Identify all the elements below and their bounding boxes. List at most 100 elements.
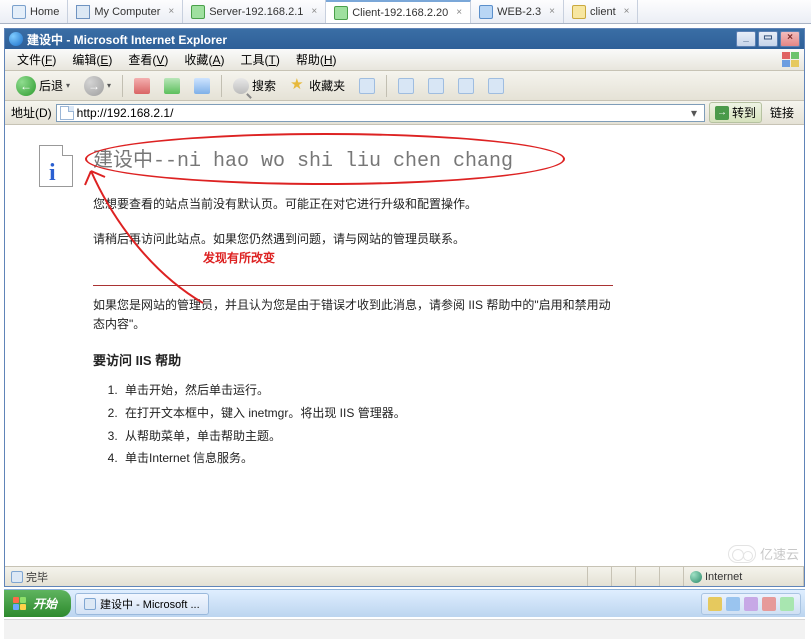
list-item: 单击开始，然后单击运行。 bbox=[121, 379, 613, 402]
home-button[interactable] bbox=[189, 75, 215, 97]
history-button[interactable] bbox=[354, 75, 380, 97]
address-field[interactable]: ▾ bbox=[56, 104, 705, 122]
vm-tab-label: client bbox=[590, 6, 616, 18]
stop-icon bbox=[134, 78, 150, 94]
close-icon[interactable]: × bbox=[311, 6, 317, 17]
vm-tab-label: WEB-2.3 bbox=[497, 6, 541, 18]
status-done: 完毕 bbox=[5, 567, 588, 586]
edit-icon bbox=[458, 78, 474, 94]
go-button[interactable]: → 转到 bbox=[709, 102, 762, 123]
close-icon[interactable]: × bbox=[624, 6, 630, 17]
divider bbox=[93, 285, 613, 286]
go-label: 转到 bbox=[732, 104, 756, 121]
print-button[interactable] bbox=[423, 75, 449, 97]
vm-tab-label: Client-192.168.2.20 bbox=[352, 7, 448, 19]
star-icon: ★ bbox=[290, 78, 306, 94]
start-button[interactable]: 开始 bbox=[4, 590, 71, 617]
menu-tools[interactable]: 工具(T) bbox=[232, 49, 287, 70]
menu-favorites[interactable]: 收藏(A) bbox=[176, 49, 232, 70]
vm-icon bbox=[191, 5, 205, 19]
ie-titlebar[interactable]: 建设中 - Microsoft Internet Explorer _ ▭ × bbox=[5, 29, 804, 49]
menu-view[interactable]: 查看(V) bbox=[120, 49, 176, 70]
chevron-down-icon: ▾ bbox=[66, 81, 70, 90]
close-icon[interactable]: × bbox=[168, 6, 174, 17]
tray-icon[interactable] bbox=[726, 597, 740, 611]
vm-tab-client[interactable]: Client-192.168.2.20 × bbox=[326, 0, 471, 23]
document-body: i 建设中--ni hao wo shi liu chen chang 您想要查… bbox=[39, 143, 782, 470]
address-label: 地址(D) bbox=[11, 104, 52, 121]
status-cell bbox=[660, 567, 684, 586]
search-icon bbox=[233, 78, 249, 94]
home-icon bbox=[194, 78, 210, 94]
system-tray[interactable] bbox=[701, 593, 801, 615]
info-page-icon: i bbox=[39, 145, 73, 187]
ie-window: 建设中 - Microsoft Internet Explorer _ ▭ × … bbox=[4, 28, 805, 587]
minimize-button[interactable]: _ bbox=[736, 31, 756, 47]
filmstrip-bar bbox=[4, 619, 805, 639]
separator bbox=[386, 75, 387, 97]
list-item: 从帮助菜单，单击帮助主题。 bbox=[121, 425, 613, 448]
mail-button[interactable] bbox=[393, 75, 419, 97]
steps-list: 单击开始，然后单击运行。 在打开文本框中，键入 inetmgr。将出现 IIS … bbox=[121, 379, 613, 470]
vm-tab-mycomputer[interactable]: My Computer × bbox=[68, 0, 183, 23]
paragraph: 请稍后再访问此站点。如果您仍然遇到问题，请与网站的管理员联系。 发现有所改变 bbox=[93, 230, 613, 268]
windows-taskbar: 开始 建设中 - Microsoft ... bbox=[4, 589, 805, 617]
refresh-button[interactable] bbox=[159, 75, 185, 97]
links-button[interactable]: 链接 bbox=[766, 102, 798, 123]
vm-tab-label: Server-192.168.2.1 bbox=[209, 6, 303, 18]
window-buttons: _ ▭ × bbox=[736, 31, 800, 47]
folder-icon bbox=[572, 5, 586, 19]
forward-icon: → bbox=[84, 76, 104, 96]
tray-icon[interactable] bbox=[762, 597, 776, 611]
vm-tab-clientfolder[interactable]: client × bbox=[564, 0, 639, 23]
page-icon bbox=[11, 571, 23, 583]
menu-file[interactable]: 文件(F) bbox=[9, 49, 64, 70]
list-item: 在打开文本框中，键入 inetmgr。将出现 IIS 管理器。 bbox=[121, 402, 613, 425]
search-label: 搜索 bbox=[252, 77, 276, 94]
vm-tab-bar: Home My Computer × Server-192.168.2.1 × … bbox=[0, 0, 811, 24]
chevron-down-icon: ▾ bbox=[107, 81, 111, 90]
edit-button[interactable] bbox=[453, 75, 479, 97]
forward-button[interactable]: → ▾ bbox=[79, 73, 116, 99]
window-title: 建设中 - Microsoft Internet Explorer bbox=[27, 31, 227, 48]
ie-toolbar: ← 后退 ▾ → ▾ 搜索 ★ 收藏夹 bbox=[5, 71, 804, 101]
back-icon: ← bbox=[16, 76, 36, 96]
home-icon bbox=[12, 5, 26, 19]
close-button[interactable]: × bbox=[780, 31, 800, 47]
ie-viewport[interactable]: i 建设中--ni hao wo shi liu chen chang 您想要查… bbox=[5, 125, 804, 566]
mail-icon bbox=[398, 78, 414, 94]
ie-address-bar: 地址(D) ▾ → 转到 链接 bbox=[5, 101, 804, 125]
ie-status-bar: 完毕 Internet bbox=[5, 566, 804, 586]
menu-help[interactable]: 帮助(H) bbox=[288, 49, 345, 70]
back-button[interactable]: ← 后退 ▾ bbox=[11, 73, 75, 99]
menu-edit[interactable]: 编辑(E) bbox=[64, 49, 120, 70]
page-icon bbox=[60, 106, 74, 120]
tray-icon[interactable] bbox=[708, 597, 722, 611]
ie-logo-icon bbox=[9, 32, 23, 46]
discuss-button[interactable] bbox=[483, 75, 509, 97]
vm-tab-web23[interactable]: WEB-2.3 × bbox=[471, 0, 564, 23]
favorites-label: 收藏夹 bbox=[309, 77, 345, 94]
taskbar-item-ie[interactable]: 建设中 - Microsoft ... bbox=[75, 593, 209, 615]
section-heading: 要访问 IIS 帮助 bbox=[93, 350, 613, 369]
address-dropdown[interactable]: ▾ bbox=[687, 106, 701, 120]
globe-icon bbox=[690, 571, 702, 583]
computer-icon bbox=[76, 5, 90, 19]
tray-icon[interactable] bbox=[780, 597, 794, 611]
vm-icon bbox=[334, 6, 348, 20]
windows-flag-icon bbox=[12, 596, 28, 612]
vm-tab-server[interactable]: Server-192.168.2.1 × bbox=[183, 0, 326, 23]
print-icon bbox=[428, 78, 444, 94]
maximize-button[interactable]: ▭ bbox=[758, 31, 778, 47]
status-zone: Internet bbox=[684, 567, 804, 586]
favorites-button[interactable]: ★ 收藏夹 bbox=[285, 74, 350, 97]
vm-tab-home[interactable]: Home bbox=[4, 0, 68, 23]
paragraph: 如果您是网站的管理员，并且认为您是由于错误才收到此消息，请参阅 IIS 帮助中的… bbox=[93, 296, 613, 334]
stop-button[interactable] bbox=[129, 75, 155, 97]
search-button[interactable]: 搜索 bbox=[228, 74, 281, 97]
address-input[interactable] bbox=[77, 106, 687, 120]
close-icon[interactable]: × bbox=[456, 7, 462, 18]
tray-icon[interactable] bbox=[744, 597, 758, 611]
close-icon[interactable]: × bbox=[549, 6, 555, 17]
status-cell bbox=[612, 567, 636, 586]
